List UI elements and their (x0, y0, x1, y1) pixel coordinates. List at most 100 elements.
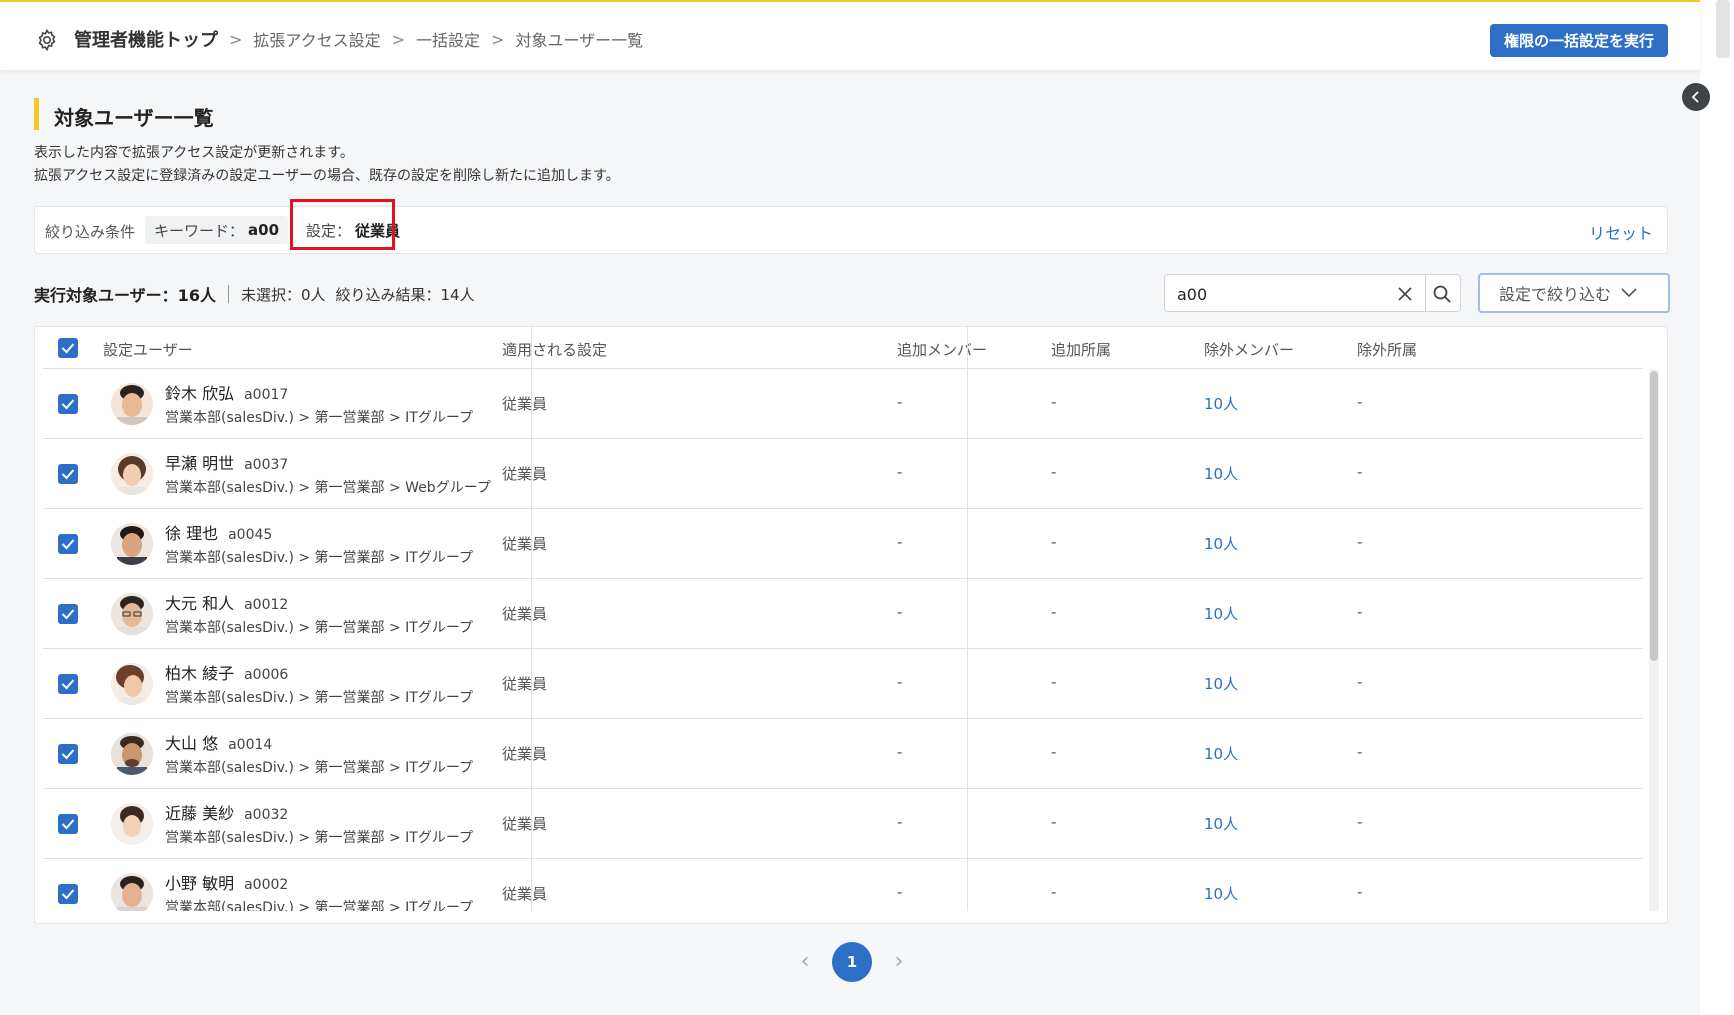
exclude-member-link[interactable]: 10人 (1204, 883, 1238, 904)
user-id: a0014 (228, 737, 273, 753)
applied-setting: 従業員 (502, 465, 548, 483)
exclude-dept-value: - (1357, 883, 1363, 901)
row-checkbox[interactable] (58, 604, 78, 624)
table-row[interactable]: 鈴木 欣弘 a0017 営業本部(salesDiv.) > 第一営業部 > ITグ… (43, 369, 1643, 439)
pagination: ‹ 1 › (790, 942, 914, 982)
user-name-text: 小野 敏明 (165, 874, 235, 893)
top-header: 管理者機能トップ > 拡張アクセス設定 > 一括設定 > 対象ユーザー一覧 権限… (0, 0, 1700, 70)
column-header-exclude-member: 除外メンバー (1204, 341, 1295, 359)
avatar (111, 453, 153, 495)
execute-bulk-button[interactable]: 権限の一括設定を実行 (1490, 24, 1668, 57)
applied-setting: 従業員 (502, 535, 548, 553)
next-page-button[interactable]: › (884, 942, 914, 982)
table-row[interactable]: 柏木 綾子 a0006 営業本部(salesDiv.) > 第一営業部 > ITグ… (43, 649, 1643, 719)
add-dept-value: - (1051, 743, 1057, 761)
table-row[interactable]: 近藤 美紗 a0032 営業本部(salesDiv.) > 第一営業部 > ITグ… (43, 789, 1643, 859)
prev-page-button[interactable]: ‹ (790, 942, 820, 982)
search-icon[interactable] (1431, 283, 1453, 305)
row-checkbox[interactable] (58, 534, 78, 554)
table-header: 設定ユーザー 適用される設定 追加メンバー 追加所属 除外メンバー 除外所属 (43, 327, 1643, 369)
user-name-text: 鈴木 欣弘 (165, 384, 235, 403)
table-row[interactable]: 徐 理也 a0045 営業本部(salesDiv.) > 第一営業部 > ITグル… (43, 509, 1643, 579)
applied-setting: 従業員 (502, 395, 548, 413)
exclude-dept-value: - (1357, 673, 1363, 691)
table-row[interactable]: 小野 敏明 a0002 営業本部(salesDiv.) > 第一営業部 > ITグ… (43, 859, 1643, 911)
breadcrumb-separator: > (391, 29, 406, 49)
table-scrollbar-thumb[interactable] (1650, 371, 1658, 661)
collapse-panel-button[interactable] (1682, 83, 1710, 111)
user-name: 鈴木 欣弘 a0017 (165, 380, 288, 404)
table-row[interactable]: 早瀬 明世 a0037 営業本部(salesDiv.) > 第一営業部 > Web… (43, 439, 1643, 509)
add-dept-value: - (1051, 603, 1057, 621)
filter-conditions-bar: 絞り込み条件 キーワード： a00 設定： 従業員 リセット (34, 206, 1668, 254)
exclude-member-link[interactable]: 10人 (1204, 743, 1238, 764)
exclude-dept-value: - (1357, 743, 1363, 761)
clear-icon[interactable] (1394, 283, 1416, 305)
column-header-add-member: 追加メンバー (897, 341, 988, 359)
reset-link[interactable]: リセット (1589, 220, 1653, 244)
page-number-current[interactable]: 1 (832, 942, 872, 982)
user-department: 営業本部(salesDiv.) > 第一営業部 > ITグループ (165, 550, 474, 566)
user-name: 徐 理也 a0045 (165, 520, 272, 544)
row-checkbox[interactable] (58, 674, 78, 694)
selection-summary: 実行対象ユーザー：16人 未選択：0人 絞り込み結果：14人 (34, 282, 485, 306)
search-input[interactable] (1177, 283, 1377, 305)
table-row[interactable]: 大元 和人 a0012 営業本部(salesDiv.) > 第一営業部 > ITグ… (43, 579, 1643, 649)
add-member-value: - (897, 603, 903, 621)
user-id: a0012 (244, 597, 289, 613)
gear-icon (38, 28, 56, 52)
row-checkbox[interactable] (58, 814, 78, 834)
exclude-dept-value: - (1357, 393, 1363, 411)
add-member-value: - (897, 813, 903, 831)
applied-setting: 従業員 (502, 815, 548, 833)
breadcrumb-separator: > (229, 29, 243, 49)
avatar (111, 383, 153, 425)
exclude-member-link[interactable]: 10人 (1204, 463, 1238, 484)
add-member-value: - (897, 883, 903, 901)
user-name: 早瀬 明世 a0037 (165, 450, 288, 474)
applied-setting: 従業員 (502, 885, 548, 903)
row-checkbox[interactable] (58, 884, 78, 904)
unselected-count: 未選択：0人 (240, 285, 326, 304)
avatar (111, 663, 153, 705)
filter-label: 絞り込み条件 (45, 223, 136, 241)
total-target-users: 実行対象ユーザー：16人 (34, 286, 216, 305)
chevron-left-icon (1691, 91, 1699, 103)
breadcrumb-item-bulk[interactable]: 一括設定 (416, 27, 480, 51)
add-dept-value: - (1051, 673, 1057, 691)
breadcrumb-separator: > (491, 29, 505, 49)
applied-setting: 従業員 (502, 745, 548, 763)
row-checkbox[interactable] (58, 744, 78, 764)
page-title: 対象ユーザー一覧 (54, 106, 214, 130)
breadcrumb-item-access[interactable]: 拡張アクセス設定 (253, 27, 380, 51)
exclude-member-link[interactable]: 10人 (1204, 673, 1238, 694)
avatar (111, 803, 153, 845)
user-department: 営業本部(salesDiv.) > 第一営業部 > ITグループ (165, 760, 474, 776)
search-box (1164, 274, 1461, 312)
add-dept-value: - (1051, 533, 1057, 551)
user-name-text: 早瀬 明世 (165, 454, 235, 473)
user-name: 大山 悠 a0014 (165, 730, 272, 754)
window-scrollbar[interactable] (1716, 0, 1730, 58)
exclude-member-link[interactable]: 10人 (1204, 393, 1238, 414)
setting-filter-dropdown[interactable]: 設定で絞り込む (1478, 273, 1670, 313)
table-row[interactable]: 大山 悠 a0014 営業本部(salesDiv.) > 第一営業部 > ITグル… (43, 719, 1643, 789)
user-id: a0032 (244, 807, 289, 823)
page-description-2: 拡張アクセス設定に登録済みの設定ユーザーの場合、既存の設定を削除し新たに追加しま… (34, 168, 620, 184)
exclude-member-link[interactable]: 10人 (1204, 813, 1238, 834)
row-checkbox[interactable] (58, 464, 78, 484)
exclude-member-link[interactable]: 10人 (1204, 603, 1238, 624)
annotation-highlight-box (290, 199, 395, 250)
exclude-member-link[interactable]: 10人 (1204, 533, 1238, 554)
breadcrumb-root[interactable]: 管理者機能トップ (74, 26, 218, 52)
user-id: a0045 (228, 527, 273, 543)
select-all-checkbox[interactable] (58, 338, 78, 358)
summary-divider (227, 285, 229, 303)
avatar (111, 873, 153, 911)
add-member-value: - (897, 533, 903, 551)
applied-setting: 従業員 (502, 675, 548, 693)
keyword-chip-label: キーワード： (154, 221, 245, 240)
avatar (111, 593, 153, 635)
title-accent-bar (34, 98, 39, 130)
row-checkbox[interactable] (58, 394, 78, 414)
